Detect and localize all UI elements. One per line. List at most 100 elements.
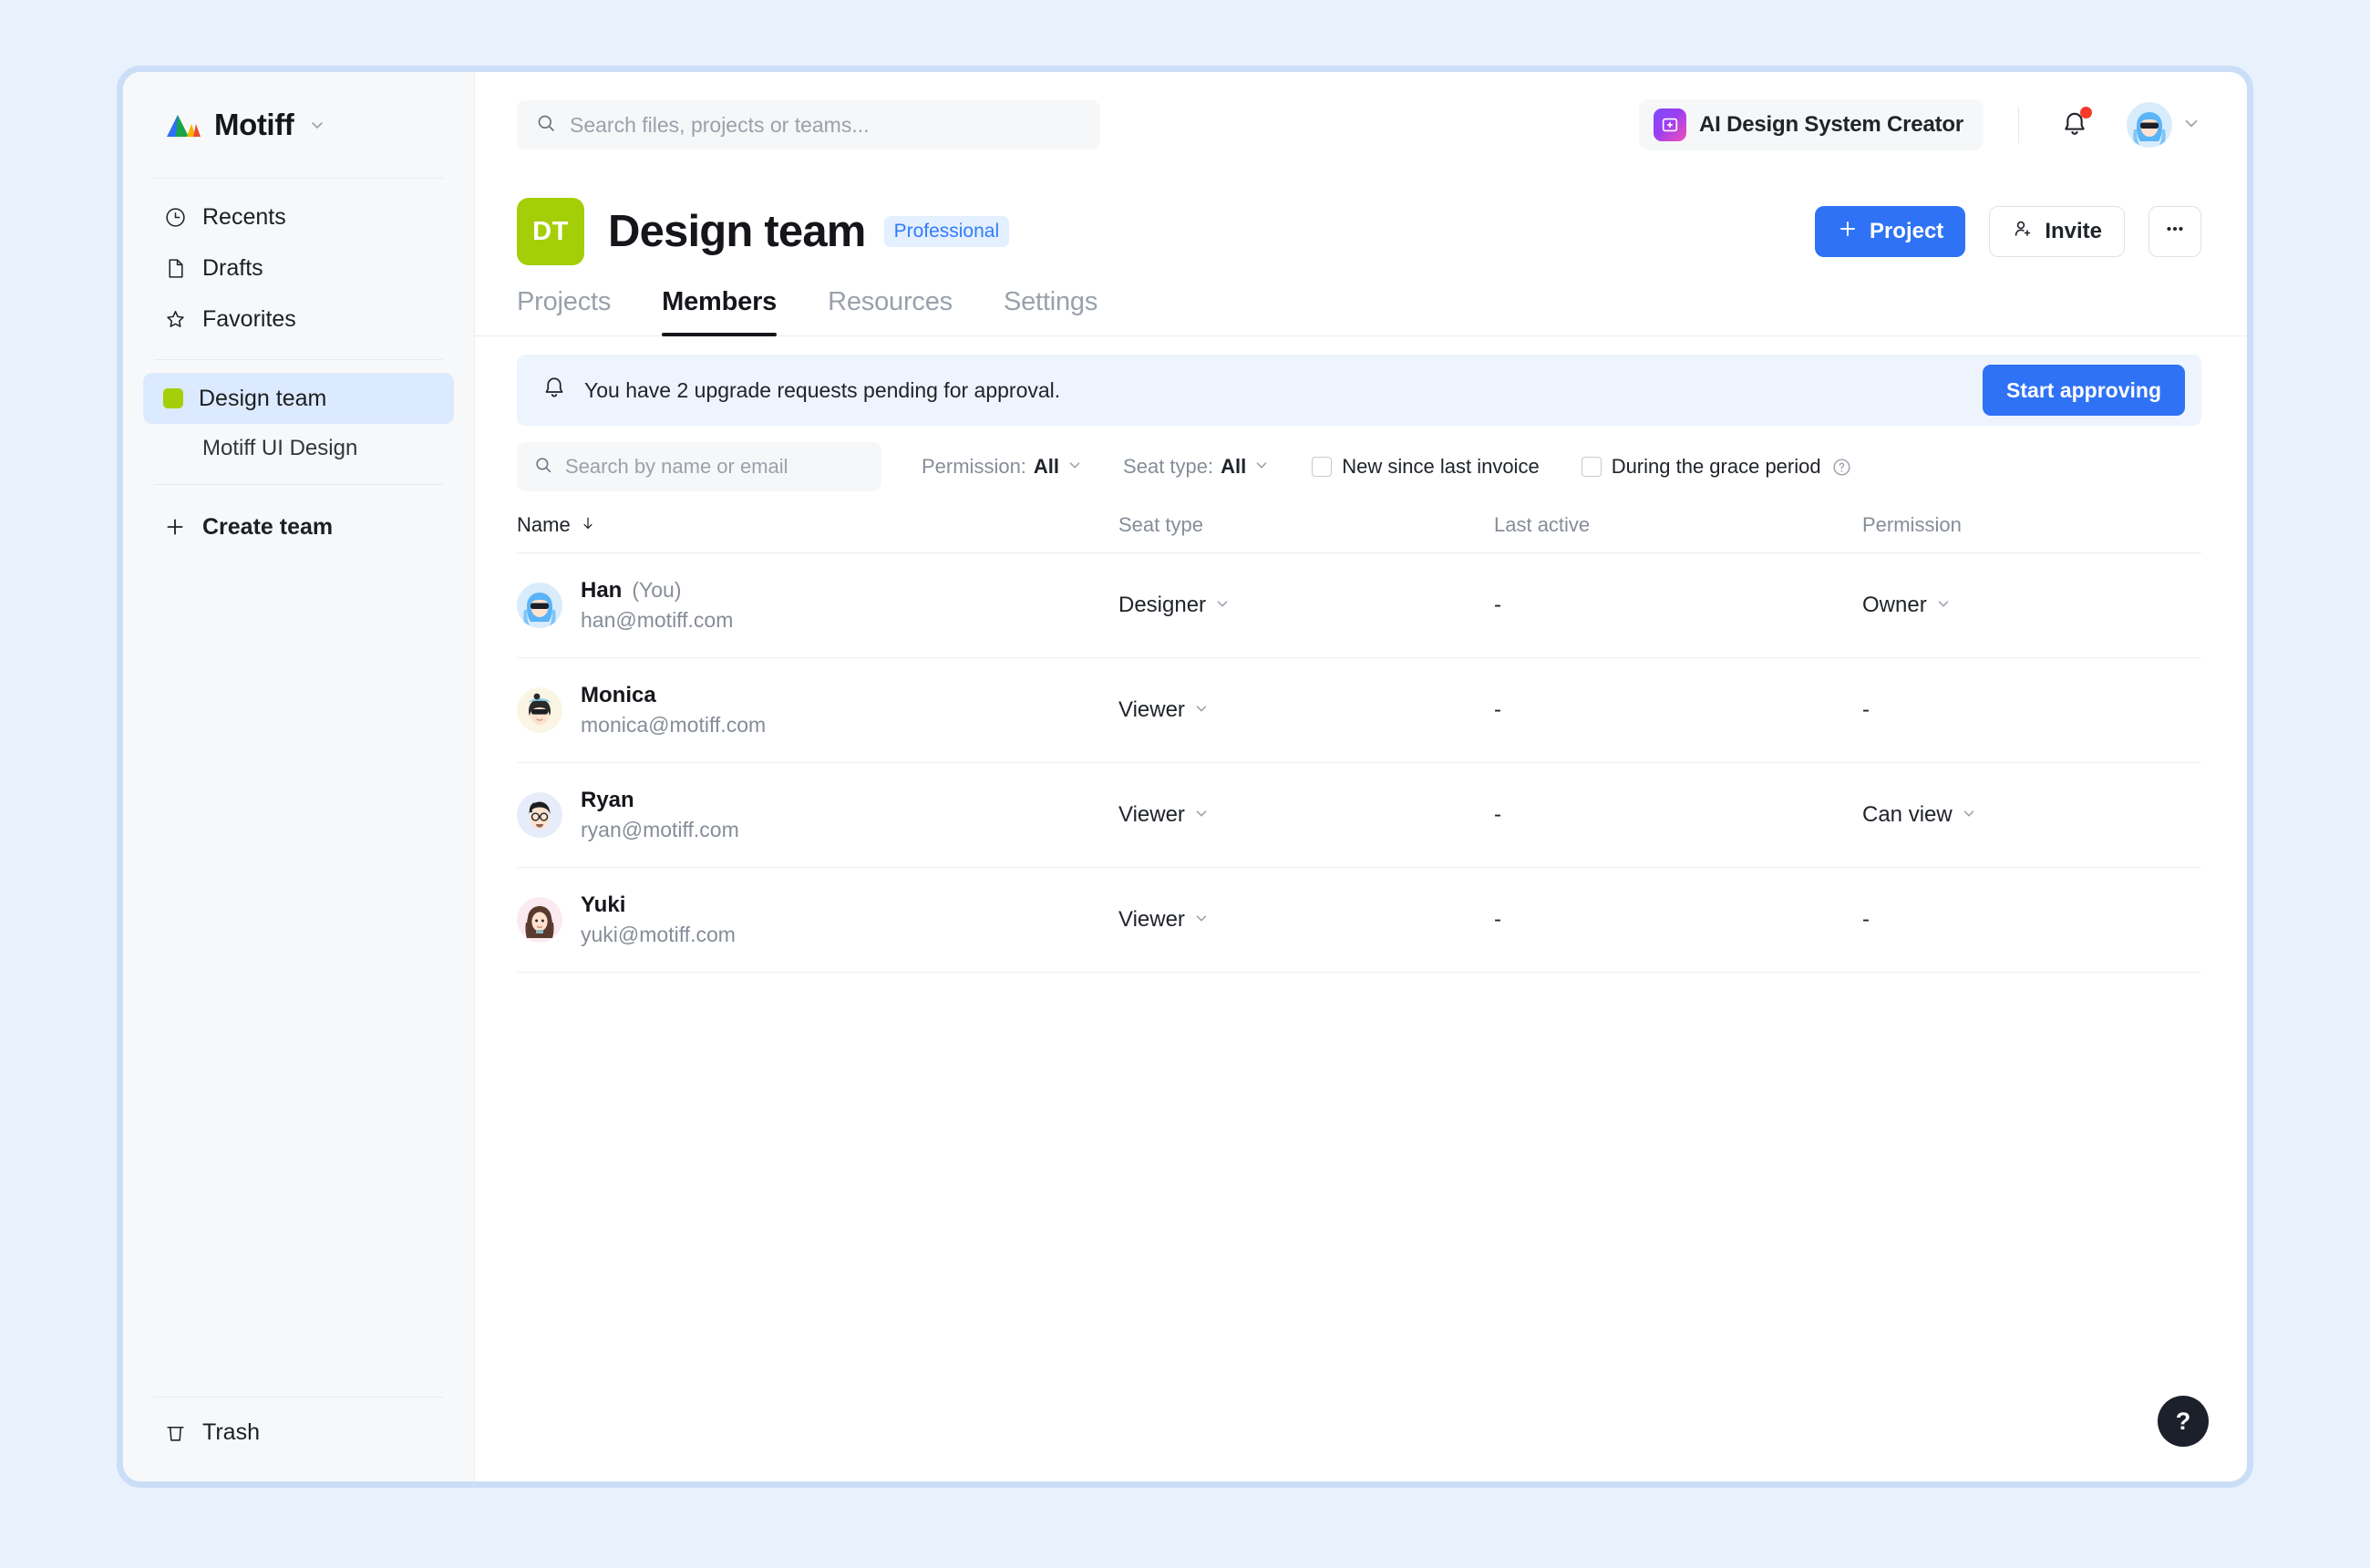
permission-value: - <box>1862 907 1870 932</box>
sidebar-divider-mid <box>154 359 443 360</box>
member-search-input[interactable]: Search by name or email <box>565 455 788 479</box>
seat-type-value: Viewer <box>1118 802 1185 827</box>
file-icon <box>163 256 187 280</box>
member-name-cell: Yuki yuki@motiff.com <box>517 892 1118 947</box>
seat-type-filter[interactable]: Seat type: All <box>1123 455 1270 479</box>
user-plus-icon <box>2012 218 2034 246</box>
table-row[interactable]: Monica monica@motiff.com Viewer - - <box>517 658 2201 763</box>
search-icon <box>533 455 553 480</box>
member-name-cell: Han (You) han@motiff.com <box>517 578 1118 633</box>
permission-filter-key: Permission: <box>922 455 1026 478</box>
table-row[interactable]: Ryan ryan@motiff.com Viewer - Can view <box>517 763 2201 868</box>
members-table-header: Name Seat type Last active Permission <box>517 497 2201 553</box>
member-search[interactable]: Search by name or email <box>517 442 881 491</box>
member-name: Yuki <box>581 892 626 917</box>
star-icon <box>163 307 187 331</box>
grace-period-checkbox[interactable]: During the grace period <box>1581 455 1852 479</box>
table-row[interactable]: Han (You) han@motiff.com Designer - Owne… <box>517 553 2201 658</box>
ai-design-system-creator-button[interactable]: AI Design System Creator <box>1639 99 1984 150</box>
tab-members[interactable]: Members <box>662 287 777 336</box>
start-approving-button[interactable]: Start approving <box>1983 365 2185 416</box>
motiff-logo-icon <box>167 115 201 137</box>
seat-type-dropdown[interactable]: Viewer <box>1118 697 1210 723</box>
member-name-line: Monica <box>581 683 766 708</box>
member-email: yuki@motiff.com <box>581 923 736 946</box>
start-approving-label: Start approving <box>2006 377 2161 402</box>
chevron-down-icon <box>1193 907 1210 933</box>
global-search[interactable]: Search files, projects or teams... <box>517 100 1100 150</box>
permission-value: Owner <box>1862 593 1927 617</box>
help-button[interactable]: ? <box>2158 1396 2209 1447</box>
trash-icon <box>163 1420 187 1444</box>
han-avatar <box>517 583 562 628</box>
filter-bar: Search by name or email Permission: All … <box>517 426 2201 497</box>
question-mark-icon: ? <box>2175 1407 2191 1435</box>
plan-badge: Professional <box>883 216 1010 247</box>
sidebar-item-label: Drafts <box>202 254 263 281</box>
main-area: Search files, projects or teams... AI De… <box>475 72 2247 1481</box>
tab-resources[interactable]: Resources <box>828 287 953 335</box>
ai-chip-label: AI Design System Creator <box>1699 112 1963 137</box>
new-project-button[interactable]: Project <box>1814 206 1966 257</box>
topbar: Search files, projects or teams... AI De… <box>475 72 2247 178</box>
app-window: Motiff Recents Drafts Favorites Design t… <box>117 66 2253 1488</box>
permission-value: Can view <box>1862 802 1953 827</box>
member-identity: Ryan ryan@motiff.com <box>581 788 739 842</box>
seat-type-dropdown[interactable]: Viewer <box>1118 907 1210 933</box>
avatar <box>2127 102 2172 148</box>
permission-dropdown[interactable]: Can view <box>1862 802 1977 828</box>
create-team-button[interactable]: Create team <box>143 501 454 552</box>
arrow-down-icon <box>580 513 596 537</box>
permission-filter[interactable]: Permission: All <box>922 455 1083 479</box>
seat-type-filter-value: All <box>1221 455 1247 478</box>
tab-settings[interactable]: Settings <box>1004 287 1097 335</box>
invite-label: Invite <box>2045 219 2102 243</box>
seat-type-cell: Viewer <box>1118 907 1494 933</box>
permission-cell: Owner <box>1862 593 2201 618</box>
sidebar-subitem-motiff-ui-design[interactable]: Motiff UI Design <box>143 424 454 473</box>
search-input[interactable]: Search files, projects or teams... <box>570 113 870 138</box>
brand[interactable]: Motiff <box>123 72 474 178</box>
more-options-button[interactable] <box>2148 206 2201 257</box>
page-header: DT Design team Professional Project Invi… <box>475 178 2247 265</box>
invite-button[interactable]: Invite <box>1989 206 2125 257</box>
member-name-cell: Monica monica@motiff.com <box>517 683 1118 738</box>
table-row[interactable]: Yuki yuki@motiff.com Viewer - - <box>517 868 2201 973</box>
question-circle-icon[interactable] <box>1831 457 1852 478</box>
seat-type-filter-key: Seat type: <box>1123 455 1214 478</box>
sidebar-item-favorites[interactable]: Favorites <box>143 294 454 345</box>
member-name-line: Yuki <box>581 892 736 918</box>
grace-period-label: During the grace period <box>1611 455 1821 478</box>
ellipsis-icon <box>2163 217 2187 247</box>
new-since-invoice-checkbox[interactable]: New since last invoice <box>1312 455 1540 479</box>
member-you-tag: (You) <box>632 578 682 602</box>
sidebar-create-section: Create team <box>123 501 474 552</box>
sidebar-item-drafts[interactable]: Drafts <box>143 242 454 294</box>
permission-cell: Can view <box>1862 802 2201 828</box>
tab-projects[interactable]: Projects <box>517 287 611 335</box>
column-header-seat-type: Seat type <box>1118 512 1203 536</box>
account-menu-button[interactable] <box>2127 102 2201 148</box>
chevron-down-icon[interactable] <box>308 116 326 134</box>
column-header-name[interactable]: Name <box>517 513 1118 537</box>
new-since-invoice-label: New since last invoice <box>1342 455 1540 478</box>
checkbox-icon <box>1312 457 1333 477</box>
team-initials: DT <box>532 216 569 246</box>
sidebar-item-trash[interactable]: Trash <box>143 1407 454 1458</box>
notifications-button[interactable] <box>2054 104 2096 146</box>
brand-name: Motiff <box>214 108 294 141</box>
permission-cell: - <box>1862 697 2201 723</box>
sidebar-item-recents[interactable]: Recents <box>143 191 454 242</box>
topbar-divider <box>2018 107 2019 143</box>
chevron-down-icon <box>1193 802 1210 828</box>
last-active-cell: - <box>1494 697 1501 722</box>
member-name-cell: Ryan ryan@motiff.com <box>517 788 1118 842</box>
sidebar-item-design-team[interactable]: Design team <box>143 373 454 424</box>
last-active-cell: - <box>1494 593 1501 617</box>
seat-type-dropdown[interactable]: Viewer <box>1118 802 1210 828</box>
seat-type-dropdown[interactable]: Designer <box>1118 593 1231 618</box>
permission-dropdown[interactable]: Owner <box>1862 593 1952 618</box>
permission-filter-value: All <box>1033 455 1060 478</box>
plus-icon <box>1837 218 1859 246</box>
chevron-down-icon <box>1214 593 1231 618</box>
